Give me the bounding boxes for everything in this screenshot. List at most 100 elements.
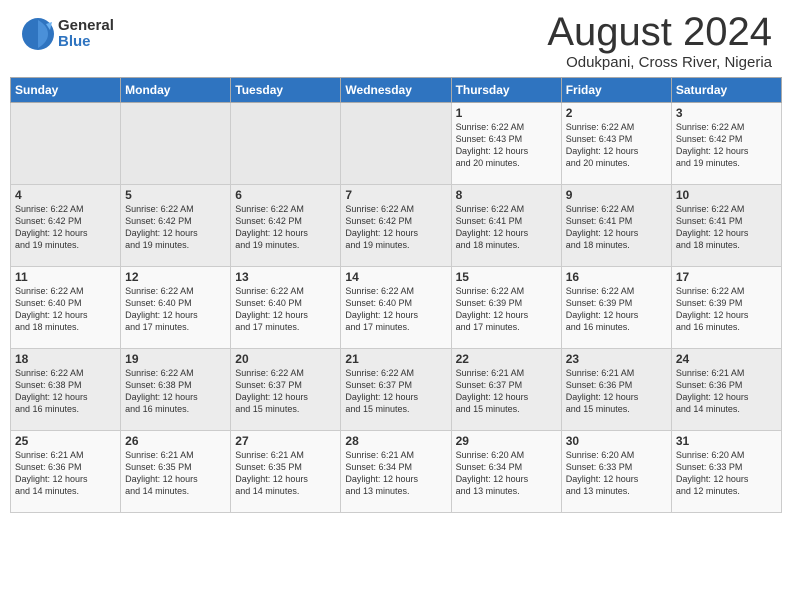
calendar-day-cell: 9Sunrise: 6:22 AM Sunset: 6:41 PM Daylig…	[561, 185, 671, 267]
month-title: August 2024	[547, 10, 772, 54]
day-info: Sunrise: 6:21 AM Sunset: 6:37 PM Dayligh…	[456, 367, 557, 416]
weekday-header: Sunday	[11, 78, 121, 103]
day-number: 25	[15, 434, 116, 448]
day-info: Sunrise: 6:22 AM Sunset: 6:37 PM Dayligh…	[345, 367, 446, 416]
day-number: 13	[235, 270, 336, 284]
logo-text: General Blue	[58, 18, 114, 51]
day-number: 21	[345, 352, 446, 366]
day-info: Sunrise: 6:22 AM Sunset: 6:42 PM Dayligh…	[235, 203, 336, 252]
logo-blue: Blue	[58, 34, 114, 51]
day-info: Sunrise: 6:22 AM Sunset: 6:38 PM Dayligh…	[15, 367, 116, 416]
calendar-day-cell: 25Sunrise: 6:21 AM Sunset: 6:36 PM Dayli…	[11, 431, 121, 513]
day-number: 22	[456, 352, 557, 366]
calendar-day-cell: 27Sunrise: 6:21 AM Sunset: 6:35 PM Dayli…	[231, 431, 341, 513]
logo: General Blue	[20, 16, 114, 52]
day-number: 1	[456, 106, 557, 120]
calendar-week-row: 18Sunrise: 6:22 AM Sunset: 6:38 PM Dayli…	[11, 349, 782, 431]
day-number: 26	[125, 434, 226, 448]
calendar-day-cell: 3Sunrise: 6:22 AM Sunset: 6:42 PM Daylig…	[671, 103, 781, 185]
day-info: Sunrise: 6:22 AM Sunset: 6:41 PM Dayligh…	[566, 203, 667, 252]
weekday-header: Tuesday	[231, 78, 341, 103]
day-info: Sunrise: 6:22 AM Sunset: 6:40 PM Dayligh…	[15, 285, 116, 334]
weekday-header: Thursday	[451, 78, 561, 103]
calendar-empty-cell	[231, 103, 341, 185]
calendar-day-cell: 13Sunrise: 6:22 AM Sunset: 6:40 PM Dayli…	[231, 267, 341, 349]
weekday-header: Wednesday	[341, 78, 451, 103]
calendar-day-cell: 10Sunrise: 6:22 AM Sunset: 6:41 PM Dayli…	[671, 185, 781, 267]
day-number: 27	[235, 434, 336, 448]
calendar-day-cell: 21Sunrise: 6:22 AM Sunset: 6:37 PM Dayli…	[341, 349, 451, 431]
calendar-day-cell: 7Sunrise: 6:22 AM Sunset: 6:42 PM Daylig…	[341, 185, 451, 267]
day-info: Sunrise: 6:22 AM Sunset: 6:37 PM Dayligh…	[235, 367, 336, 416]
day-info: Sunrise: 6:22 AM Sunset: 6:42 PM Dayligh…	[15, 203, 116, 252]
day-number: 14	[345, 270, 446, 284]
calendar-header: SundayMondayTuesdayWednesdayThursdayFrid…	[11, 78, 782, 103]
calendar-week-row: 4Sunrise: 6:22 AM Sunset: 6:42 PM Daylig…	[11, 185, 782, 267]
calendar-day-cell: 12Sunrise: 6:22 AM Sunset: 6:40 PM Dayli…	[121, 267, 231, 349]
day-info: Sunrise: 6:21 AM Sunset: 6:35 PM Dayligh…	[125, 449, 226, 498]
calendar-day-cell: 4Sunrise: 6:22 AM Sunset: 6:42 PM Daylig…	[11, 185, 121, 267]
location: Odukpani, Cross River, Nigeria	[547, 54, 772, 71]
calendar-week-row: 1Sunrise: 6:22 AM Sunset: 6:43 PM Daylig…	[11, 103, 782, 185]
day-info: Sunrise: 6:22 AM Sunset: 6:40 PM Dayligh…	[235, 285, 336, 334]
day-number: 9	[566, 188, 667, 202]
calendar-empty-cell	[121, 103, 231, 185]
day-info: Sunrise: 6:21 AM Sunset: 6:36 PM Dayligh…	[676, 367, 777, 416]
day-number: 10	[676, 188, 777, 202]
day-info: Sunrise: 6:22 AM Sunset: 6:39 PM Dayligh…	[566, 285, 667, 334]
calendar-day-cell: 14Sunrise: 6:22 AM Sunset: 6:40 PM Dayli…	[341, 267, 451, 349]
calendar-empty-cell	[341, 103, 451, 185]
day-info: Sunrise: 6:20 AM Sunset: 6:34 PM Dayligh…	[456, 449, 557, 498]
logo-general: General	[58, 18, 114, 35]
calendar-body: 1Sunrise: 6:22 AM Sunset: 6:43 PM Daylig…	[11, 103, 782, 513]
weekday-header: Saturday	[671, 78, 781, 103]
calendar-week-row: 25Sunrise: 6:21 AM Sunset: 6:36 PM Dayli…	[11, 431, 782, 513]
day-info: Sunrise: 6:21 AM Sunset: 6:34 PM Dayligh…	[345, 449, 446, 498]
logo-icon	[20, 16, 56, 52]
day-info: Sunrise: 6:22 AM Sunset: 6:42 PM Dayligh…	[345, 203, 446, 252]
calendar-day-cell: 2Sunrise: 6:22 AM Sunset: 6:43 PM Daylig…	[561, 103, 671, 185]
title-block: August 2024 Odukpani, Cross River, Niger…	[547, 10, 772, 71]
calendar-day-cell: 17Sunrise: 6:22 AM Sunset: 6:39 PM Dayli…	[671, 267, 781, 349]
day-info: Sunrise: 6:20 AM Sunset: 6:33 PM Dayligh…	[566, 449, 667, 498]
day-info: Sunrise: 6:22 AM Sunset: 6:42 PM Dayligh…	[125, 203, 226, 252]
day-info: Sunrise: 6:22 AM Sunset: 6:39 PM Dayligh…	[456, 285, 557, 334]
day-info: Sunrise: 6:21 AM Sunset: 6:35 PM Dayligh…	[235, 449, 336, 498]
calendar-day-cell: 30Sunrise: 6:20 AM Sunset: 6:33 PM Dayli…	[561, 431, 671, 513]
calendar-day-cell: 5Sunrise: 6:22 AM Sunset: 6:42 PM Daylig…	[121, 185, 231, 267]
day-info: Sunrise: 6:22 AM Sunset: 6:40 PM Dayligh…	[345, 285, 446, 334]
day-number: 15	[456, 270, 557, 284]
calendar-day-cell: 26Sunrise: 6:21 AM Sunset: 6:35 PM Dayli…	[121, 431, 231, 513]
day-number: 30	[566, 434, 667, 448]
calendar-day-cell: 19Sunrise: 6:22 AM Sunset: 6:38 PM Dayli…	[121, 349, 231, 431]
day-number: 3	[676, 106, 777, 120]
calendar-day-cell: 31Sunrise: 6:20 AM Sunset: 6:33 PM Dayli…	[671, 431, 781, 513]
day-number: 19	[125, 352, 226, 366]
day-info: Sunrise: 6:22 AM Sunset: 6:38 PM Dayligh…	[125, 367, 226, 416]
day-number: 28	[345, 434, 446, 448]
calendar-week-row: 11Sunrise: 6:22 AM Sunset: 6:40 PM Dayli…	[11, 267, 782, 349]
calendar-day-cell: 6Sunrise: 6:22 AM Sunset: 6:42 PM Daylig…	[231, 185, 341, 267]
weekday-header: Friday	[561, 78, 671, 103]
day-number: 16	[566, 270, 667, 284]
weekday-header: Monday	[121, 78, 231, 103]
calendar-day-cell: 11Sunrise: 6:22 AM Sunset: 6:40 PM Dayli…	[11, 267, 121, 349]
calendar-day-cell: 20Sunrise: 6:22 AM Sunset: 6:37 PM Dayli…	[231, 349, 341, 431]
calendar-day-cell: 28Sunrise: 6:21 AM Sunset: 6:34 PM Dayli…	[341, 431, 451, 513]
day-number: 31	[676, 434, 777, 448]
calendar-day-cell: 16Sunrise: 6:22 AM Sunset: 6:39 PM Dayli…	[561, 267, 671, 349]
header: General Blue August 2024 Odukpani, Cross…	[0, 0, 792, 77]
calendar-day-cell: 8Sunrise: 6:22 AM Sunset: 6:41 PM Daylig…	[451, 185, 561, 267]
day-number: 12	[125, 270, 226, 284]
day-number: 24	[676, 352, 777, 366]
day-number: 11	[15, 270, 116, 284]
day-info: Sunrise: 6:22 AM Sunset: 6:40 PM Dayligh…	[125, 285, 226, 334]
day-number: 5	[125, 188, 226, 202]
day-number: 7	[345, 188, 446, 202]
calendar-day-cell: 29Sunrise: 6:20 AM Sunset: 6:34 PM Dayli…	[451, 431, 561, 513]
day-number: 4	[15, 188, 116, 202]
day-info: Sunrise: 6:22 AM Sunset: 6:42 PM Dayligh…	[676, 121, 777, 170]
calendar-day-cell: 24Sunrise: 6:21 AM Sunset: 6:36 PM Dayli…	[671, 349, 781, 431]
calendar-empty-cell	[11, 103, 121, 185]
calendar: SundayMondayTuesdayWednesdayThursdayFrid…	[10, 77, 782, 513]
